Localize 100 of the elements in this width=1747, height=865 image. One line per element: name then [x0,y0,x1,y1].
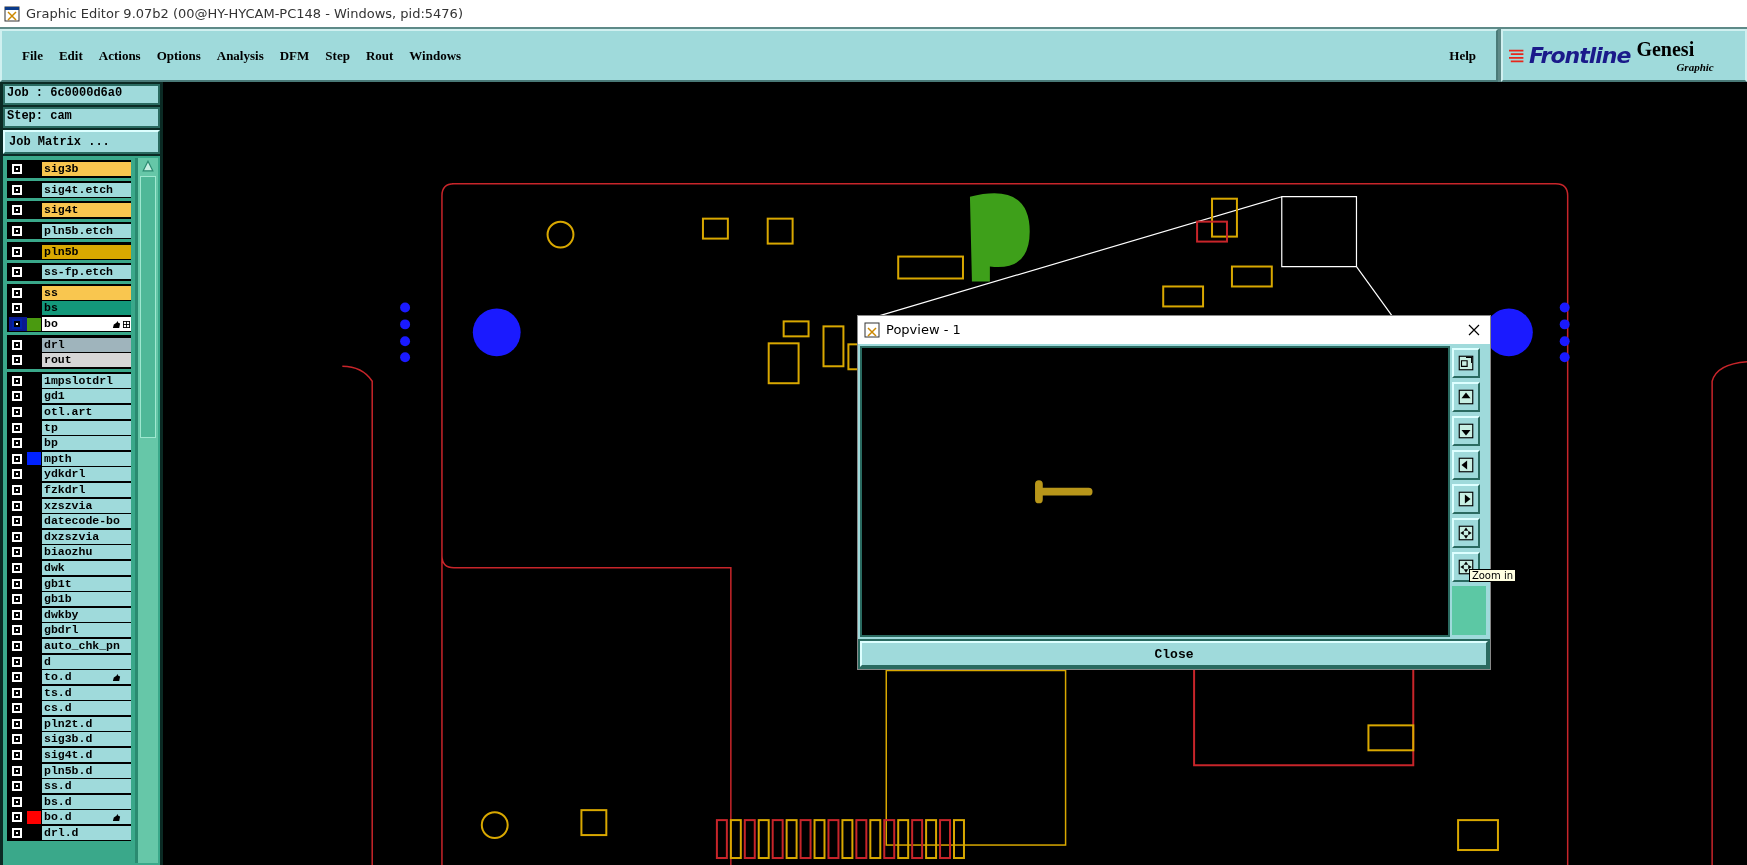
layer-row[interactable]: bs.d [9,794,131,810]
layer-row[interactable]: pln5b.etch [9,223,131,239]
view-tool-button[interactable] [1452,347,1480,378]
menu-item[interactable]: Rout [357,45,402,66]
layer-name[interactable]: ydkdrl [42,467,131,482]
layer-name[interactable]: mpth [42,451,131,466]
layer-row[interactable]: sig4t.d [9,747,131,763]
layer-name[interactable]: sig4t.d [42,748,131,763]
layer-name[interactable]: bp [42,436,131,451]
layer-name[interactable]: dwk [42,560,131,575]
layer-row[interactable]: d [9,654,131,669]
layer-row[interactable]: rout [9,352,131,368]
layer-name[interactable]: drl [42,337,131,352]
layer-name[interactable]: tp [42,420,131,435]
view-tool-button[interactable] [1452,517,1480,548]
layer-row[interactable]: bs [9,301,131,316]
menu-item[interactable]: File [14,45,51,66]
layer-name[interactable]: sig4t [42,203,131,218]
layer-name[interactable]: 1mpslotdrl [42,373,131,388]
layer-row[interactable]: ydkdrl [9,467,131,482]
layer-name[interactable]: dwkby [42,607,131,622]
layer-name[interactable]: xzszvia [42,498,131,513]
layer-name[interactable]: pln5b.etch [42,224,131,239]
layer-row[interactable]: gbdrl [9,623,131,638]
view-tool-button[interactable] [1452,449,1480,480]
view-tool-button[interactable] [1452,381,1480,412]
layer-row[interactable]: biaozhu [9,545,131,560]
layer-row[interactable]: drl [9,337,131,352]
layer-row[interactable]: tp [9,420,131,435]
menu-item[interactable]: Actions [90,45,149,66]
layer-name[interactable]: biaozhu [42,545,131,560]
layer-name[interactable]: sig4t.etch [42,182,131,197]
layer-row[interactable]: dwk [9,560,131,576]
layer-row[interactable]: fzkdrl [9,482,131,498]
job-matrix-button[interactable]: Job Matrix ... [3,130,160,154]
layer-name[interactable]: pln5b.d [42,763,131,778]
layer-row[interactable]: bp [9,435,131,451]
layer-row[interactable]: auto_chk_pn [9,638,131,654]
layer-name[interactable]: d [42,654,131,669]
close-icon[interactable] [1468,323,1480,336]
layer-name[interactable]: otl.art [42,405,131,419]
layer-row[interactable]: dxzszvia [9,529,131,545]
layer-row[interactable]: pln5b [9,244,131,259]
layer-row[interactable]: sig4t.etch [9,182,131,198]
layer-row[interactable]: dwkby [9,607,131,623]
layer-name[interactable]: ts.d [42,685,131,700]
layer-name[interactable]: sig3b [42,162,131,177]
layer-row[interactable]: pln2t.d [9,716,131,732]
layer-name[interactable]: bs.d [42,794,131,809]
layer-name[interactable]: ss [42,285,131,300]
layer-row[interactable]: otl.art [9,404,131,420]
menu-item[interactable]: DFM [271,45,318,66]
layer-name[interactable]: sig3b.d [42,732,131,747]
layer-row[interactable]: mpth [9,451,131,467]
view-tool-button[interactable] [1452,415,1480,446]
menu-item[interactable]: Analysis [208,45,272,66]
layer-row[interactable]: bo.d [9,810,131,825]
scrollbar-thumb[interactable] [140,176,156,438]
layer-row[interactable]: cs.d [9,701,131,716]
close-button[interactable]: Close [860,641,1488,667]
layer-row[interactable]: ss-fp.etch [9,264,131,280]
layer-row[interactable]: gb1b [9,591,131,607]
help-menu[interactable]: Help [1441,45,1484,66]
layer-name[interactable]: cs.d [42,701,131,716]
layer-row[interactable]: drl.d [9,825,131,841]
layer-name[interactable]: gbdrl [42,623,131,638]
layer-row[interactable]: ss.d [9,778,131,794]
layer-row[interactable]: sig4t [9,203,131,218]
layer-row[interactable]: sig3b.d [9,732,131,747]
layer-name[interactable]: bo.d [42,810,131,825]
menu-item[interactable]: Options [148,45,209,66]
scroll-up-arrow-icon[interactable] [142,160,154,172]
layer-name[interactable]: fzkdrl [42,483,131,497]
menu-item[interactable]: Step [317,45,358,66]
scrollbar[interactable] [135,158,158,863]
layer-name[interactable]: gd1 [42,389,131,404]
layer-name[interactable]: pln5b [42,244,131,259]
layer-checkbox[interactable] [12,319,22,330]
layer-row[interactable]: datecode-bo [9,513,131,529]
layer-name[interactable]: auto_chk_pn [42,638,131,653]
layer-name[interactable]: dxzszvia [42,529,131,544]
layer-row[interactable]: ss [9,285,131,301]
layer-name[interactable]: rout [42,353,131,368]
layer-row[interactable]: to.d [9,669,131,685]
menu-item[interactable]: Windows [401,45,470,66]
layer-row[interactable]: xzszvia [9,498,131,513]
layer-name[interactable]: gb1b [42,592,131,607]
layer-row[interactable]: sig3b [9,162,131,177]
layer-name[interactable]: to.d [42,670,131,685]
layer-name[interactable]: gb1t [42,576,131,591]
layer-name[interactable]: ss-fp.etch [42,265,131,280]
view-tool-button[interactable] [1452,483,1480,514]
layer-name[interactable]: ss.d [42,779,131,794]
layer-name[interactable]: bo [42,317,131,332]
layer-row[interactable]: bo [9,316,131,332]
layer-row[interactable]: 1mpslotdrl [9,373,131,389]
layer-name[interactable]: drl.d [42,826,131,841]
layer-row[interactable]: ts.d [9,685,131,700]
layer-name[interactable]: pln2t.d [42,716,131,731]
layer-name[interactable]: datecode-bo [42,514,131,529]
